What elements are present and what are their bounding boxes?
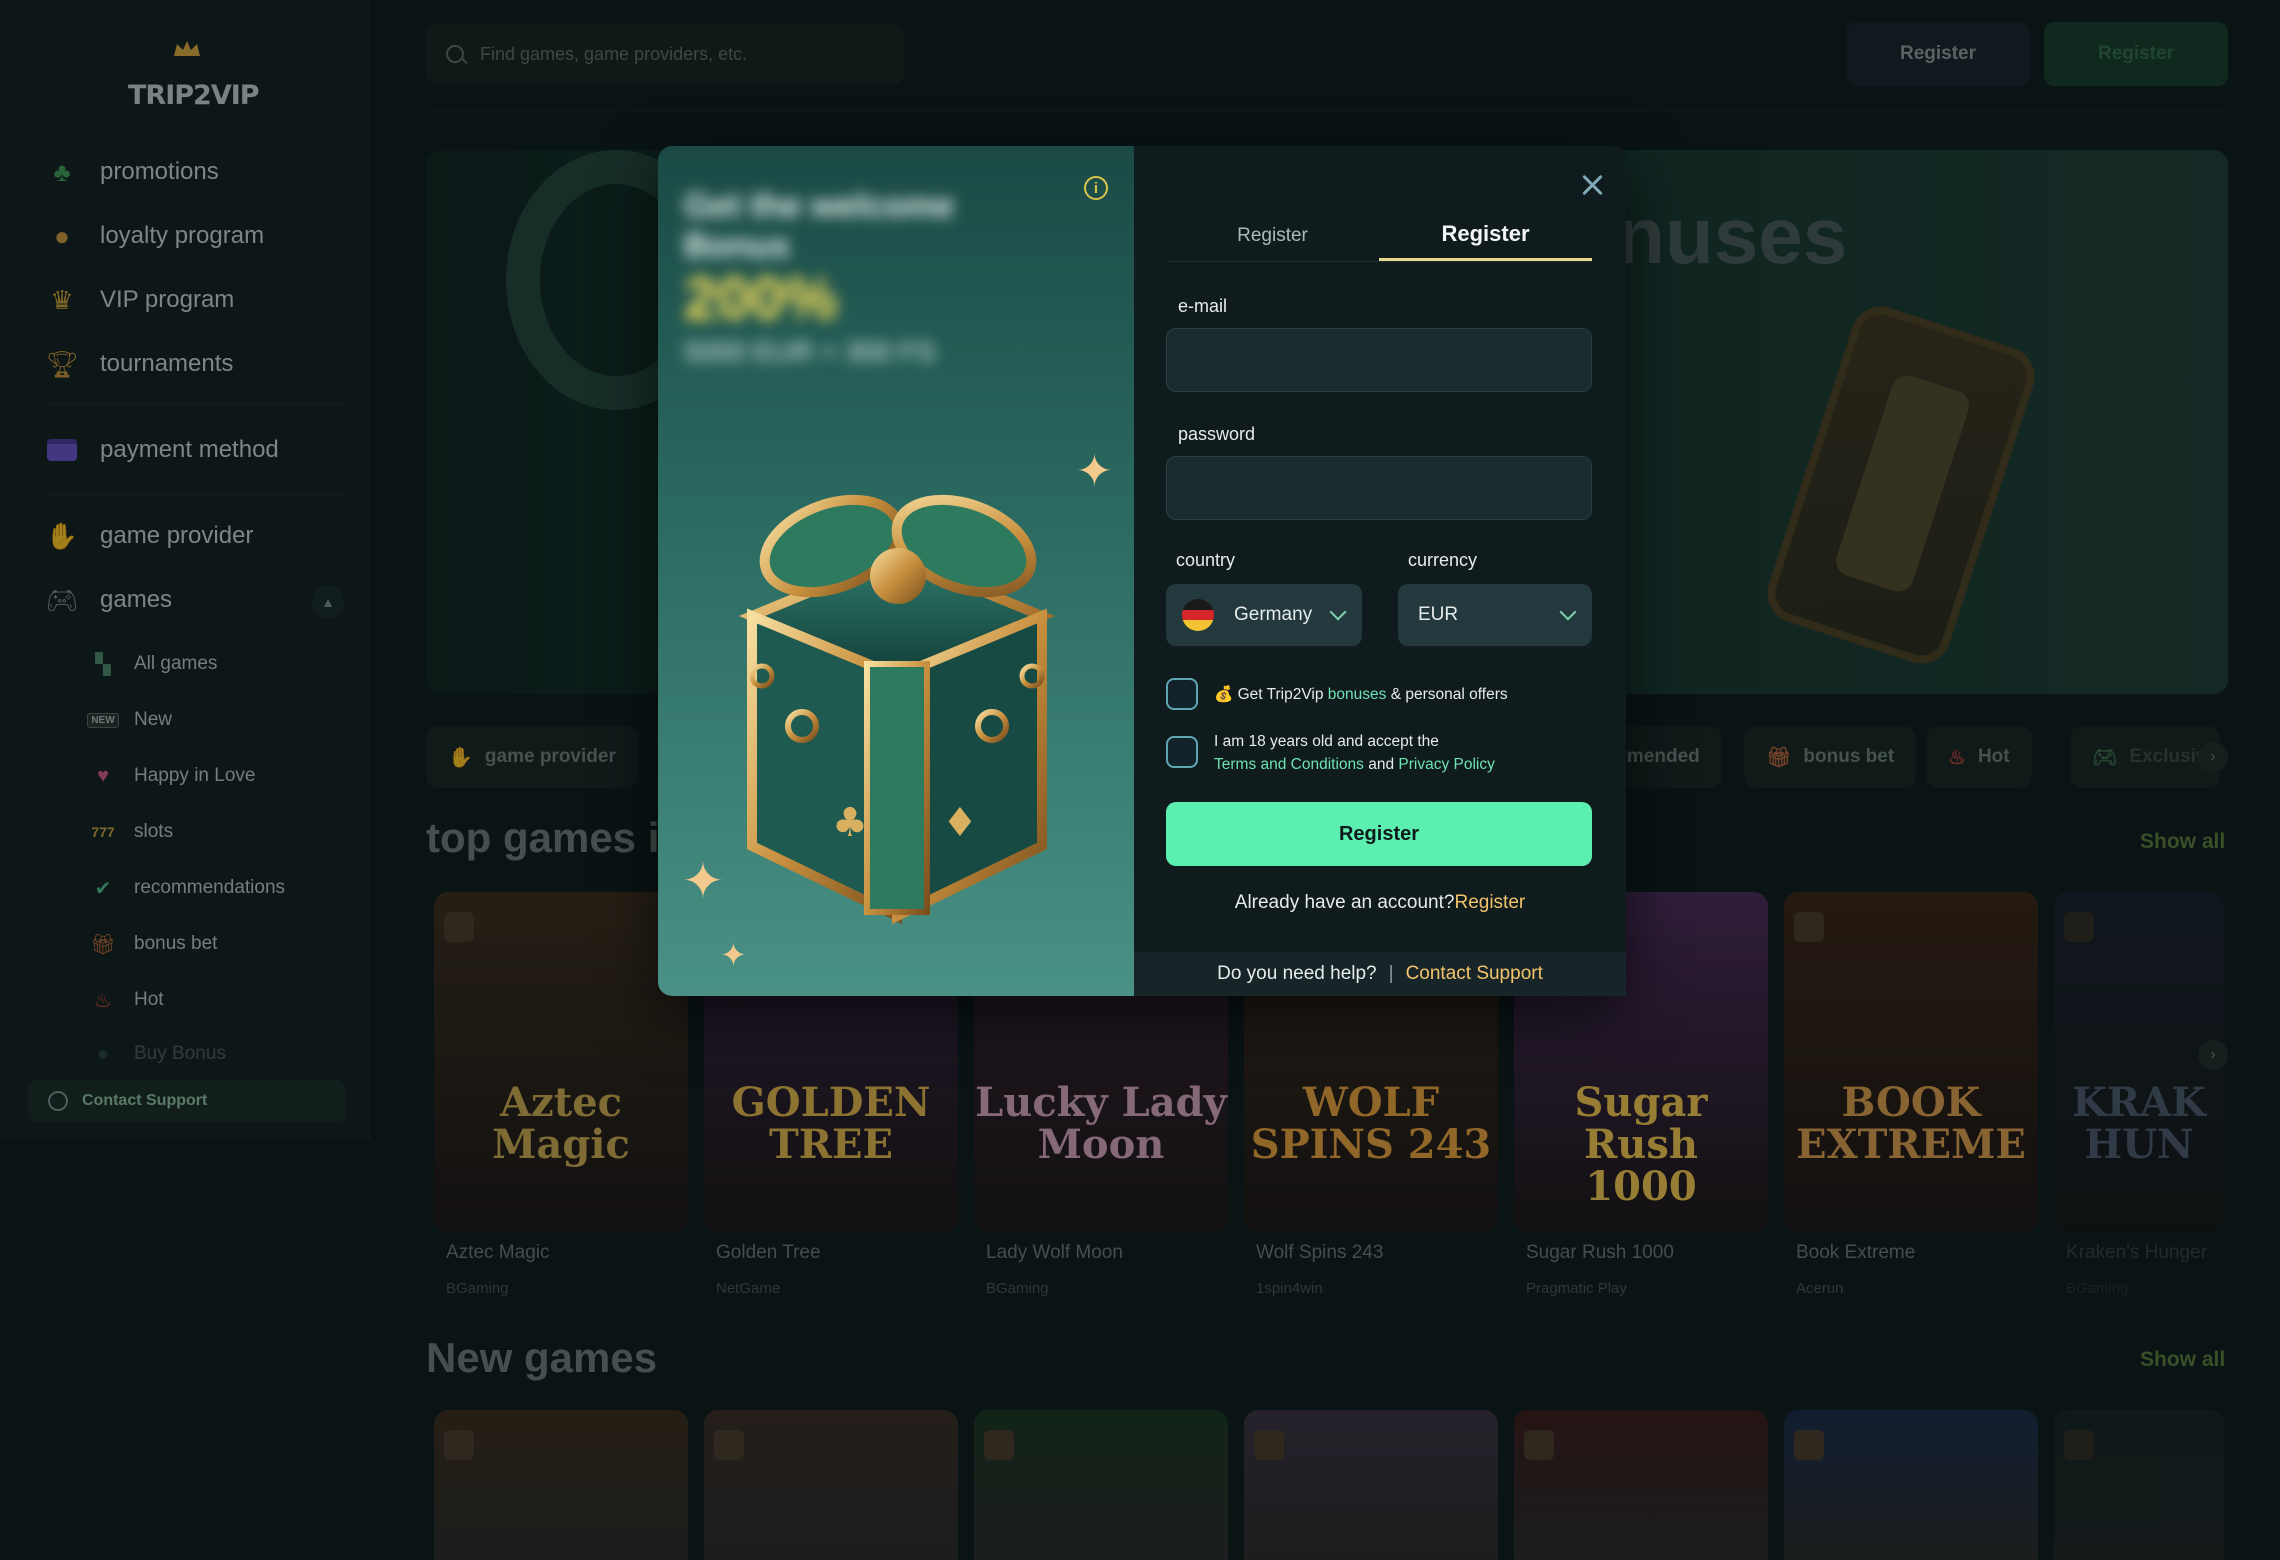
email-field[interactable] xyxy=(1166,328,1592,392)
help-text: Do you need help? xyxy=(1217,963,1377,984)
offers-suffix: & personal offers xyxy=(1386,686,1508,703)
country-label: country xyxy=(1176,550,1236,570)
terms-and: and xyxy=(1363,756,1399,773)
tab-register-active[interactable]: Register xyxy=(1379,210,1592,261)
country-value: Germany xyxy=(1234,604,1313,625)
privacy-link[interactable]: Privacy Policy xyxy=(1398,756,1494,773)
contact-support-link[interactable]: Contact Support xyxy=(1406,963,1543,985)
register-submit-button[interactable]: Register xyxy=(1166,802,1592,866)
terms-text: I am 18 years old and accept the Terms a… xyxy=(1214,730,1495,776)
terms-checkbox[interactable] xyxy=(1166,736,1198,768)
registration-form-content: Register Register e-mail password countr… xyxy=(658,146,1626,996)
login-link[interactable]: Register xyxy=(1454,892,1525,913)
currency-value: EUR xyxy=(1418,604,1459,625)
currency-select[interactable]: EUR xyxy=(1398,584,1592,646)
germany-flag-icon xyxy=(1182,599,1214,631)
auth-tabs: Register Register xyxy=(1166,210,1592,262)
help-separator: | xyxy=(1388,963,1394,984)
password-label: password xyxy=(1178,424,1256,444)
offers-prefix: 💰 Get Trip2Vip xyxy=(1214,686,1328,703)
offers-checkbox[interactable] xyxy=(1166,678,1198,710)
offers-text: 💰 Get Trip2Vip bonuses & personal offers xyxy=(1214,683,1508,706)
login-prompt: Already have an account?Register xyxy=(1134,892,1626,914)
terms-line: I am 18 years old and accept the xyxy=(1214,733,1439,750)
help-bar: Do you need help? | Contact Support xyxy=(1134,952,1626,996)
currency-label: currency xyxy=(1408,550,1478,570)
tab-register[interactable]: Register xyxy=(1166,210,1379,261)
login-prompt-text: Already have an account? xyxy=(1234,892,1455,913)
email-label: e-mail xyxy=(1178,296,1228,316)
country-select[interactable]: Germany xyxy=(1166,584,1362,646)
bonuses-link[interactable]: bonuses xyxy=(1328,686,1387,703)
chevron-down-icon xyxy=(1329,603,1347,621)
chevron-down-icon xyxy=(1559,603,1577,621)
password-field[interactable] xyxy=(1166,456,1592,520)
close-icon[interactable] xyxy=(1578,170,1608,200)
terms-link[interactable]: Terms and Conditions xyxy=(1214,756,1364,773)
